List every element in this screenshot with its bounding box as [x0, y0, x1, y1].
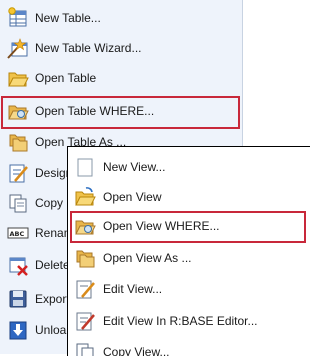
- submenu-item-label: Open View As ...: [103, 251, 192, 265]
- wizard-icon: [7, 38, 28, 59]
- menu-item-new-table[interactable]: New Table...: [0, 3, 240, 33]
- submenu-item-label: New View...: [103, 160, 166, 174]
- open-view-submenu: New View... Open View Open View WHERE...…: [67, 146, 310, 356]
- menu-item-label: New Table...: [35, 11, 101, 25]
- menu-item-label: Copy: [35, 196, 64, 210]
- edit-editor-icon: [76, 312, 95, 331]
- unload-icon: [9, 321, 27, 340]
- open-as-icon: [9, 134, 28, 152]
- submenu-item-open-view[interactable]: Open View: [68, 182, 308, 212]
- submenu-item-label: Edit View In R:BASE Editor...: [103, 314, 258, 328]
- rename-icon: ABC: [7, 227, 29, 239]
- menu-item-label: Delete: [35, 258, 70, 272]
- menu-item-label: Export: [35, 292, 70, 306]
- new-table-icon: [8, 7, 27, 27]
- open-as-icon: [76, 250, 95, 268]
- submenu-item-open-view-where[interactable]: Open View WHERE...: [68, 211, 308, 241]
- submenu-item-label: Edit View...: [103, 282, 163, 296]
- submenu-item-new-view[interactable]: New View...: [68, 152, 308, 182]
- menu-item-new-table-wizard[interactable]: New Table Wizard...: [0, 33, 240, 63]
- submenu-item-edit-view[interactable]: Edit View...: [68, 274, 308, 304]
- menu-item-label: Open Table: [35, 71, 97, 85]
- menu-item-open-table[interactable]: Open Table: [0, 63, 240, 93]
- export-icon: [9, 290, 27, 308]
- folder-open-where-icon: [75, 220, 96, 235]
- new-view-icon: [77, 158, 93, 177]
- menu-item-label: New Table Wizard...: [35, 41, 142, 55]
- svg-text:ABC: ABC: [10, 230, 25, 238]
- menu-item-label: Unloa: [35, 323, 67, 337]
- copy-icon: [9, 194, 27, 213]
- menu-item-label: Open Table WHERE...: [35, 104, 155, 118]
- menu-item-open-table-where[interactable]: Open Table WHERE...: [0, 96, 240, 126]
- folder-open-icon: [8, 72, 29, 87]
- folder-open-where-icon: [8, 105, 29, 120]
- submenu-item-copy-view[interactable]: Copy View...: [68, 337, 308, 356]
- submenu-item-edit-view-editor[interactable]: Edit View In R:BASE Editor...: [68, 306, 308, 336]
- submenu-item-label: Copy View...: [103, 345, 170, 356]
- delete-icon: [9, 257, 28, 276]
- submenu-item-label: Open View WHERE...: [103, 219, 220, 233]
- submenu-item-open-view-as[interactable]: Open View As ...: [68, 243, 308, 273]
- edit-icon: [76, 280, 95, 299]
- folder-open-icon: [75, 187, 96, 206]
- submenu-item-label: Open View: [103, 190, 162, 204]
- design-icon: [9, 164, 28, 183]
